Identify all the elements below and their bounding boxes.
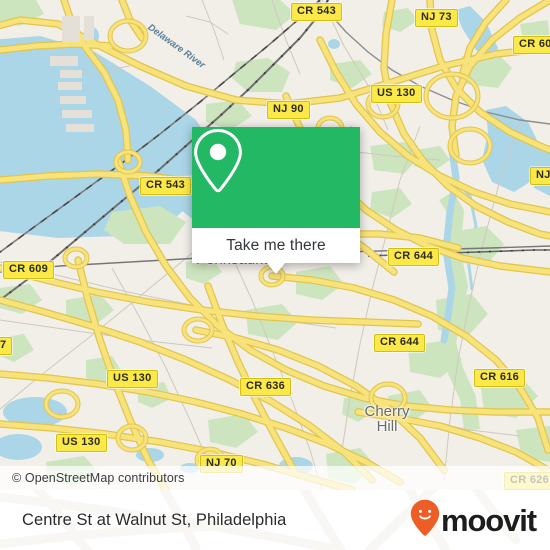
map-attribution[interactable]: © OpenStreetMap contributors xyxy=(0,466,550,490)
moovit-smiley-pin-icon xyxy=(410,499,440,542)
highway-shield-cr-543-north[interactable]: CR 543 xyxy=(291,3,343,21)
highway-shield-cr-543-west[interactable]: CR 543 xyxy=(140,177,192,195)
highway-shield-nj-east[interactable]: NJ xyxy=(530,167,550,185)
highway-shield-cr-636[interactable]: CR 636 xyxy=(240,378,292,396)
highway-shield-us-130-mid[interactable]: US 130 xyxy=(107,370,158,388)
highway-shield-cr-607[interactable]: CR 607 xyxy=(513,36,550,54)
popup-footer[interactable]: Take me there xyxy=(192,228,360,274)
take-me-there-popup[interactable]: Take me there xyxy=(192,127,360,274)
highway-shield-cr-616[interactable]: CR 616 xyxy=(474,369,526,387)
take-me-there-label: Take me there xyxy=(226,236,326,254)
highway-shield-nj-90[interactable]: NJ 90 xyxy=(267,101,310,119)
station-title: Centre St at Walnut St, Philadelphia xyxy=(22,510,287,529)
highway-shield-us-130-south[interactable]: US 130 xyxy=(56,434,107,452)
map-screenshot: Delaware River Pennsauken Cherry Hill CR… xyxy=(0,0,550,550)
popup-tail-pointer xyxy=(267,263,285,274)
moovit-logo[interactable]: moovit xyxy=(410,499,537,542)
highway-shield-nj-73[interactable]: NJ 73 xyxy=(415,9,458,27)
popup-header xyxy=(192,127,360,228)
highway-shield-us-130-north[interactable]: US 130 xyxy=(371,85,422,103)
attribution-text: © OpenStreetMap contributors xyxy=(12,471,185,485)
highway-shield-cr-609[interactable]: CR 609 xyxy=(3,261,55,279)
moovit-wordmark: moovit xyxy=(440,502,537,538)
footer-bar: Centre St at Walnut St, Philadelphia moo… xyxy=(0,490,550,550)
highway-shield-7-clipped[interactable]: 7 xyxy=(0,337,13,355)
highway-shield-cr-644-lower[interactable]: CR 644 xyxy=(374,334,426,352)
map-canvas[interactable]: Delaware River Pennsauken Cherry Hill CR… xyxy=(0,0,550,490)
highway-shield-cr-644-upper[interactable]: CR 644 xyxy=(388,248,440,266)
